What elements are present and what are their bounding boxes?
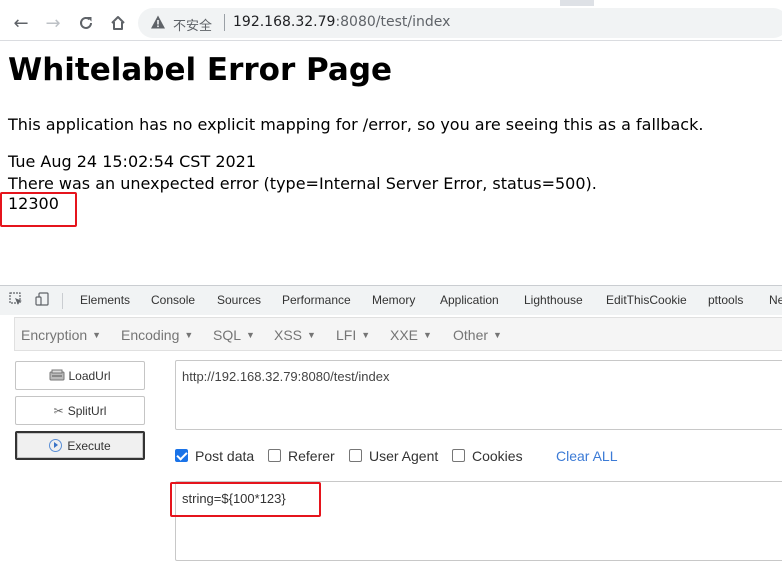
menu-lfi-label: LFI [336,327,357,343]
cookies-checkbox[interactable] [452,449,465,462]
reload-icon[interactable] [74,6,98,40]
user-agent-checkbox[interactable] [349,449,362,462]
caret-down-icon: ▼ [307,330,316,340]
referer-checkbox[interactable] [268,449,281,462]
tab-memory[interactable]: Memory [372,293,415,307]
post-data-label[interactable]: Post data [195,448,254,464]
menu-encryption-label: Encryption [21,327,88,343]
insecure-label[interactable]: 不安全 [173,15,212,34]
tab-lighthouse[interactable]: Lighthouse [524,293,583,307]
caret-down-icon: ▼ [246,330,255,340]
execute-label: Execute [67,438,111,453]
caret-down-icon: ▼ [493,330,502,340]
split-url-label: SplitUrl [67,403,107,418]
warning-icon[interactable] [150,14,166,30]
device-toolbar-icon[interactable] [35,292,49,306]
devtools-tabbar: Elements Console Sources Performance Mem… [0,285,782,316]
menu-other[interactable]: Other ▼ [453,327,502,343]
tab-sources[interactable]: Sources [217,293,261,307]
tab-performance[interactable]: Performance [282,293,351,307]
play-icon [49,439,63,452]
tab-application[interactable]: Application [440,293,499,307]
caret-down-icon: ▼ [92,330,102,340]
menu-other-label: Other [453,327,489,343]
caret-down-icon: ▼ [184,330,194,340]
page-title: Whitelabel Error Page [8,52,393,88]
tab-editthiscookie[interactable]: EditThisCookie [606,293,687,307]
menu-sql[interactable]: SQL ▼ [213,327,255,343]
clear-all-link[interactable]: Clear ALL [556,448,617,464]
error-description: This application has no explicit mapping… [8,115,704,134]
tab-elements[interactable]: Elements [80,293,130,307]
payload-highlight-box [170,482,321,517]
menu-lfi[interactable]: LFI ▼ [336,327,370,343]
url-host: 192.168.32.79 [233,14,336,30]
hackbar-menu: Encryption ▼ Encoding ▼ SQL ▼ XSS ▼ LFI ▼ XXE… [14,317,782,351]
load-url-button[interactable]: LoadUrl [15,361,145,390]
menu-xxe[interactable]: XXE ▼ [390,327,432,343]
error-message: There was an unexpected error (type=Inte… [8,174,597,193]
menu-xss-label: XSS [274,327,303,343]
referer-label[interactable]: Referer [288,448,335,464]
home-icon[interactable] [106,6,130,40]
forward-icon[interactable]: → [41,6,65,40]
omnibox-divider [224,14,225,31]
post-data-checkbox[interactable] [175,449,188,462]
split-url-button[interactable]: ✂ SplitUrl [15,396,145,425]
menu-xss[interactable]: XSS ▼ [274,327,316,343]
url-path: :8080/test/index [335,14,451,30]
back-icon[interactable]: ← [9,6,33,40]
execute-button[interactable]: Execute [15,431,145,460]
cookies-label[interactable]: Cookies [472,448,523,464]
menu-sql-label: SQL [213,327,242,343]
menu-xxe-label: XXE [390,327,419,343]
devtools-divider [62,293,63,309]
tab-pttools[interactable]: pttools [708,293,743,307]
menu-encryption[interactable]: Encryption ▼ [21,327,101,343]
load-url-icon [49,369,65,381]
tab-overflow[interactable]: Ne [769,293,782,307]
scissors-icon: ✂ [53,403,64,418]
menu-encoding[interactable]: Encoding ▼ [121,327,193,343]
result-highlight-box [0,192,77,227]
menu-encoding-label: Encoding [121,327,180,343]
caret-down-icon: ▼ [423,330,432,340]
load-url-label: LoadUrl [68,368,111,383]
error-timestamp: Tue Aug 24 15:02:54 CST 2021 [8,152,257,171]
caret-down-icon: ▼ [361,330,371,340]
tab-console[interactable]: Console [151,293,195,307]
browser-toolbar: ← → 不安全 192.168.32.79:8080/test/index [0,6,782,41]
url-text[interactable]: 192.168.32.79:8080/test/index [233,14,450,30]
url-textarea[interactable]: http://192.168.32.79:8080/test/index [175,360,782,430]
address-bar[interactable]: 不安全 192.168.32.79:8080/test/index [138,8,782,38]
inspect-element-icon[interactable] [9,292,23,306]
user-agent-label[interactable]: User Agent [369,448,438,464]
